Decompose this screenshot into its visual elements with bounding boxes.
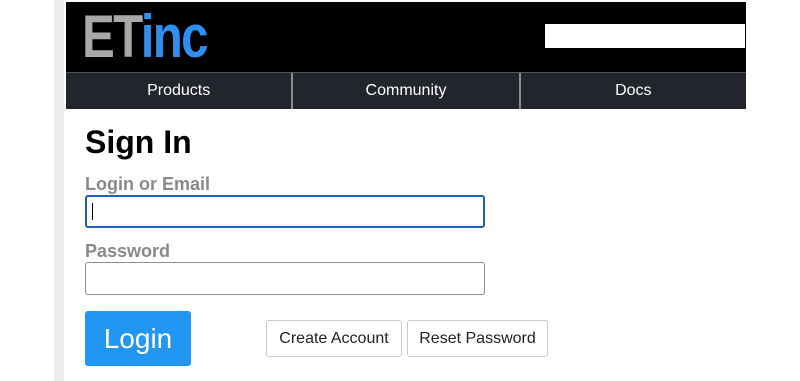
reset-password-button[interactable]: Reset Password [407,320,548,357]
site-logo[interactable]: ETinc [82,3,209,70]
site-header: ETinc [66,2,746,72]
main-nav: Products Community Docs [66,72,746,109]
password-field[interactable] [85,262,485,295]
create-account-button[interactable]: Create Account [266,320,402,357]
logo-et-text: ET [82,3,142,70]
logo-inc-text: inc [140,3,209,70]
page-left-border [54,0,64,381]
login-email-label: Login or Email [85,174,211,194]
page-title: Sign In [85,124,192,160]
nav-item-products[interactable]: Products [66,73,294,109]
password-label: Password [85,241,171,261]
header-search-input[interactable] [545,24,745,48]
login-button[interactable]: Login [85,311,191,366]
text-caret [92,203,93,220]
nav-item-community[interactable]: Community [293,73,521,109]
login-email-field[interactable] [85,195,485,228]
nav-item-docs[interactable]: Docs [521,73,746,109]
